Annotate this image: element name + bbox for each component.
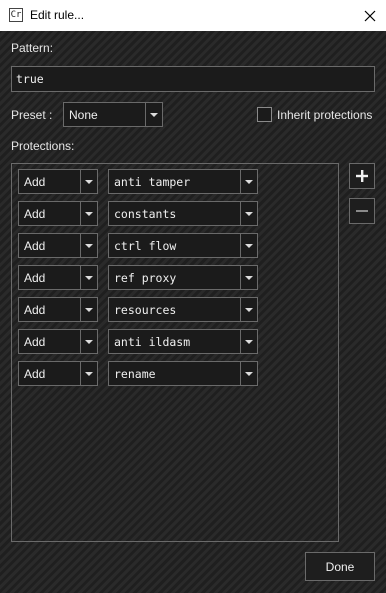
protection-row: Add rename [12, 361, 338, 386]
protection-name-value: constants [114, 206, 177, 221]
protection-row: Add constants [12, 201, 338, 226]
protection-name-dropdown[interactable]: rename [108, 361, 258, 386]
preset-value: None [69, 107, 98, 122]
close-button[interactable] [354, 0, 386, 31]
close-icon [364, 10, 376, 21]
protection-name-value: resources [114, 302, 177, 317]
protection-action-dropdown[interactable]: Add [18, 361, 98, 386]
protection-row: Add resources [12, 297, 338, 322]
dropdown-arrow-icon[interactable] [80, 234, 97, 257]
preset-dropdown[interactable]: None [63, 102, 163, 127]
dropdown-arrow-icon[interactable] [240, 330, 257, 353]
protection-name-dropdown[interactable]: anti ildasm [108, 329, 258, 354]
protection-name-dropdown[interactable]: constants [108, 201, 258, 226]
done-button[interactable]: Done [305, 552, 375, 581]
protection-name-dropdown[interactable]: ctrl flow [108, 233, 258, 258]
app-icon: Cr [9, 8, 23, 22]
window-title: Edit rule... [30, 8, 85, 22]
protection-name-value: rename [114, 366, 156, 381]
dropdown-arrow-icon[interactable] [145, 103, 162, 126]
remove-protection-button[interactable] [349, 198, 375, 224]
dropdown-arrow-icon[interactable] [240, 234, 257, 257]
protection-action-value: Add [24, 238, 46, 253]
title-bar: Cr Edit rule... [0, 0, 386, 31]
pattern-input[interactable]: true [11, 66, 375, 92]
protections-list: Add anti tamper Add constants Add ctrl flow Ad… [11, 163, 339, 542]
protections-label: Protections: [11, 139, 75, 153]
protection-action-value: Add [24, 334, 46, 349]
protection-row: Add ctrl flow [12, 233, 338, 258]
protection-action-value: Add [24, 366, 46, 381]
dropdown-arrow-icon[interactable] [80, 330, 97, 353]
dropdown-arrow-icon[interactable] [80, 266, 97, 289]
protection-action-dropdown[interactable]: Add [18, 233, 98, 258]
protection-action-value: Add [24, 206, 46, 221]
protection-name-dropdown[interactable]: ref proxy [108, 265, 258, 290]
plus-icon [356, 170, 368, 182]
protection-action-dropdown[interactable]: Add [18, 201, 98, 226]
protection-name-value: ref proxy [114, 270, 177, 285]
protection-action-value: Add [24, 302, 46, 317]
dropdown-arrow-icon[interactable] [240, 298, 257, 321]
dropdown-arrow-icon[interactable] [240, 170, 257, 193]
protection-name-dropdown[interactable]: resources [108, 297, 258, 322]
protection-action-value: Add [24, 270, 46, 285]
inherit-label: Inherit protections [277, 108, 373, 122]
protection-action-dropdown[interactable]: Add [18, 329, 98, 354]
protection-row: Add anti tamper [12, 169, 338, 194]
dropdown-arrow-icon[interactable] [240, 202, 257, 225]
dropdown-arrow-icon[interactable] [240, 266, 257, 289]
protection-row: Add ref proxy [12, 265, 338, 290]
protection-action-dropdown[interactable]: Add [18, 297, 98, 322]
inherit-checkbox[interactable] [257, 107, 272, 122]
protection-name-dropdown[interactable]: anti tamper [108, 169, 258, 194]
dropdown-arrow-icon[interactable] [240, 362, 257, 385]
dropdown-arrow-icon[interactable] [80, 202, 97, 225]
dropdown-arrow-icon[interactable] [80, 362, 97, 385]
dropdown-arrow-icon[interactable] [80, 298, 97, 321]
protection-name-value: anti ildasm [114, 334, 191, 349]
add-protection-button[interactable] [349, 163, 375, 189]
minus-icon [356, 210, 368, 212]
protection-action-value: Add [24, 174, 46, 189]
protection-action-dropdown[interactable]: Add [18, 169, 98, 194]
protection-name-value: ctrl flow [114, 238, 177, 253]
preset-label: Preset : [11, 108, 53, 122]
protection-name-value: anti tamper [114, 174, 191, 189]
protection-row: Add anti ildasm [12, 329, 338, 354]
protection-action-dropdown[interactable]: Add [18, 265, 98, 290]
pattern-label: Pattern: [11, 41, 54, 55]
dropdown-arrow-icon[interactable] [80, 170, 97, 193]
